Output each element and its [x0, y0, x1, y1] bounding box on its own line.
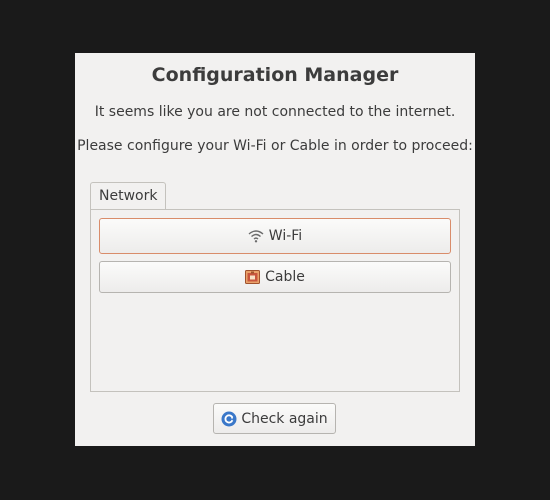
tab-network[interactable]: Network: [90, 182, 167, 209]
check-again-label: Check again: [241, 410, 328, 427]
wifi-icon: [248, 229, 264, 243]
cable-button[interactable]: Cable: [99, 261, 451, 293]
cable-button-label: Cable: [265, 269, 305, 285]
dialog-title: Configuration Manager: [151, 64, 399, 86]
configuration-dialog: Configuration Manager It seems like you …: [75, 53, 475, 446]
ethernet-icon: [245, 270, 261, 284]
refresh-icon: [221, 411, 237, 427]
network-tab-panel: Wi-Fi Cable: [90, 209, 460, 392]
not-connected-message: It seems like you are not connected to t…: [94, 104, 456, 120]
check-again-button[interactable]: Check again: [213, 403, 336, 434]
wifi-button[interactable]: Wi-Fi: [99, 218, 451, 254]
configure-instruction: Please configure your Wi-Fi or Cable in …: [77, 138, 473, 154]
wifi-button-label: Wi-Fi: [268, 228, 303, 244]
